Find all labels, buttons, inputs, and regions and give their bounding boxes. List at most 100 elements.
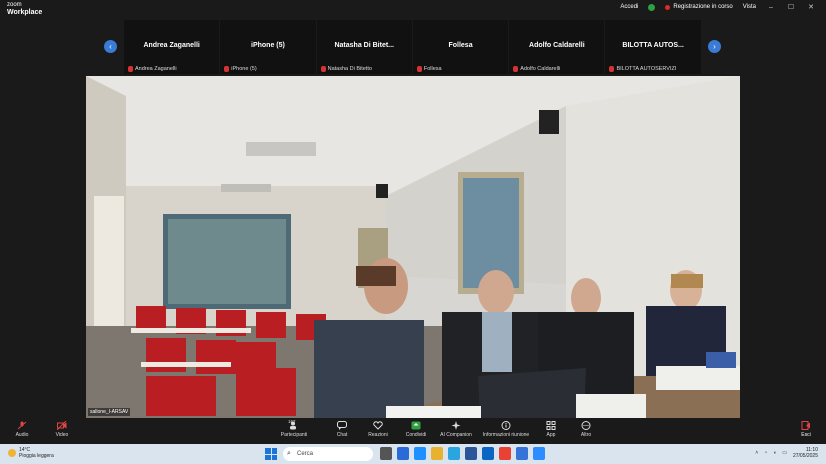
more-button[interactable]: Altro	[566, 421, 606, 438]
participant-name: Andrea Zaganelli	[143, 42, 200, 49]
participant-name: BILOTTA AUTOS...	[622, 42, 684, 49]
participant-label: iPhone (5)	[231, 66, 257, 72]
view-button[interactable]: Vista	[743, 4, 756, 10]
leave-button[interactable]: Esci	[786, 421, 826, 438]
participant-tile[interactable]: iPhone (5) iPhone (5)	[220, 20, 317, 74]
mic-off-icon	[17, 421, 27, 430]
ai-companion-label: AI Companion	[440, 432, 472, 438]
maximize-icon[interactable]: ☐	[786, 3, 796, 11]
heart-icon	[373, 421, 383, 430]
prev-page-icon[interactable]: ‹	[104, 40, 117, 53]
taskbar-search[interactable]: ⌕ Cerca	[283, 447, 373, 461]
mic-muted-icon	[128, 66, 133, 72]
participant-label: Adolfo Caldarelli	[520, 66, 561, 72]
ai-companion-button[interactable]: AI Companion	[436, 421, 476, 438]
participant-name: Follesa	[448, 42, 473, 49]
browser-icon[interactable]	[414, 447, 426, 460]
more-label: Altro	[580, 432, 592, 438]
pinned-apps	[380, 447, 545, 460]
task-view-icon[interactable]	[380, 447, 392, 460]
word-icon[interactable]	[465, 447, 477, 460]
participants-count: 167	[288, 419, 296, 424]
minimize-icon[interactable]: –	[766, 4, 776, 11]
active-speaker-label: sallone_I-ARSAV	[88, 408, 131, 416]
logo-line2: Workplace	[7, 9, 43, 16]
mic-muted-icon	[320, 66, 326, 72]
reactions-button[interactable]: Reazioni	[358, 421, 398, 438]
chat-button[interactable]: Chat	[322, 421, 362, 438]
weather-description: Pioggia leggera	[19, 453, 54, 459]
search-icon: ⌕	[287, 450, 291, 457]
participant-tile[interactable]: BILOTTA AUTOS... BILOTTA AUTOSERVIZI	[605, 20, 702, 74]
participant-tile[interactable]: Natasha Di Bitet... Natasha Di Bitetto	[317, 20, 413, 74]
reactions-label: Reazioni	[368, 432, 388, 438]
logo-line1: zoom	[7, 2, 22, 8]
audio-label: Audio	[15, 432, 29, 438]
participant-label: Follesa	[423, 66, 442, 72]
volume-icon[interactable]: ◖	[773, 450, 776, 456]
participant-tile[interactable]: Andrea Zaganelli Andrea Zaganelli	[124, 20, 221, 74]
participant-name: iPhone (5)	[251, 42, 285, 49]
share-label: Condividi	[405, 432, 427, 438]
share-screen-icon	[411, 421, 421, 430]
video-label: Video	[55, 432, 69, 438]
sign-in-link[interactable]: Accedi	[620, 4, 638, 10]
mic-muted-icon	[513, 66, 519, 72]
chat-label: Chat	[336, 432, 348, 438]
next-page-icon[interactable]: ›	[708, 40, 721, 53]
start-icon[interactable]	[265, 448, 277, 460]
info-icon	[501, 421, 511, 430]
recording-label: Registrazione in corso	[673, 4, 733, 10]
meeting-info-label: Informazioni riunione	[482, 432, 530, 438]
video-button[interactable]: Video	[42, 421, 82, 438]
wifi-icon[interactable]: ◔	[764, 450, 767, 456]
close-icon[interactable]: ✕	[806, 3, 816, 11]
weather-icon	[8, 449, 16, 457]
participant-tile[interactable]: Adolfo Caldarelli Adolfo Caldarelli	[509, 20, 606, 74]
mic-muted-icon	[416, 66, 422, 72]
conference-room-scene	[86, 76, 740, 418]
record-dot-icon	[665, 4, 671, 10]
system-tray: ˄ ◔ ◖ ▭ 11:10 27/05/2025	[755, 447, 818, 459]
participants-strip: Andrea Zaganelli Andrea Zaganelli iPhone…	[124, 20, 702, 74]
participants-label: Partecipanti	[280, 432, 308, 438]
main-video[interactable]: sallone_I-ARSAV	[86, 76, 740, 418]
share-button[interactable]: Condividi	[396, 421, 436, 438]
outlook-icon[interactable]	[482, 447, 494, 460]
edge-icon[interactable]	[397, 447, 409, 460]
clock[interactable]: 11:10 27/05/2025	[793, 447, 818, 459]
date: 27/05/2025	[792, 453, 818, 459]
participant-tile[interactable]: Follesa Follesa	[413, 20, 510, 74]
chevron-up-icon[interactable]: ˄	[755, 450, 758, 456]
zoom-app-icon[interactable]	[533, 447, 545, 460]
apps-label: App	[546, 432, 556, 438]
mail-icon[interactable]	[516, 447, 528, 460]
meeting-toolbar: Audio Video Partecipanti 167 Chat Reazio…	[0, 418, 826, 444]
leave-label: Esci	[801, 432, 811, 438]
chat-icon	[337, 421, 347, 430]
recording-indicator[interactable]: Registrazione in corso	[665, 4, 733, 10]
windows-taskbar: 14°C Pioggia leggera ⌕ Cerca ˄ ◔ ◖ ▭ 11:…	[0, 444, 826, 464]
apps-grid-icon	[546, 421, 556, 430]
mic-muted-icon	[224, 66, 230, 72]
mic-muted-icon	[609, 66, 615, 72]
security-shield-icon[interactable]	[648, 3, 656, 11]
participant-label: BILOTTA AUTOSERVIZI	[616, 66, 677, 72]
participant-name: Natasha Di Bitet...	[334, 42, 394, 49]
more-dots-icon	[581, 421, 591, 430]
camera-off-icon	[57, 421, 67, 430]
search-placeholder: Cerca	[297, 451, 314, 457]
leave-icon	[801, 421, 810, 430]
store-icon[interactable]	[448, 447, 460, 460]
apps-button[interactable]: App	[531, 421, 571, 438]
audio-button[interactable]: Audio	[2, 421, 42, 438]
file-explorer-icon[interactable]	[431, 447, 443, 460]
battery-icon[interactable]: ▭	[782, 450, 787, 456]
title-bar: zoom Workplace Accedi Registrazione in c…	[0, 0, 826, 18]
weather-widget[interactable]: 14°C Pioggia leggera	[8, 447, 54, 459]
zoom-logo: zoom Workplace	[7, 2, 42, 16]
chrome-icon[interactable]	[499, 447, 511, 460]
meeting-info-button[interactable]: Informazioni riunione	[480, 421, 532, 438]
participant-label: Andrea Zaganelli	[135, 66, 177, 72]
participant-name: Adolfo Caldarelli	[529, 42, 585, 49]
